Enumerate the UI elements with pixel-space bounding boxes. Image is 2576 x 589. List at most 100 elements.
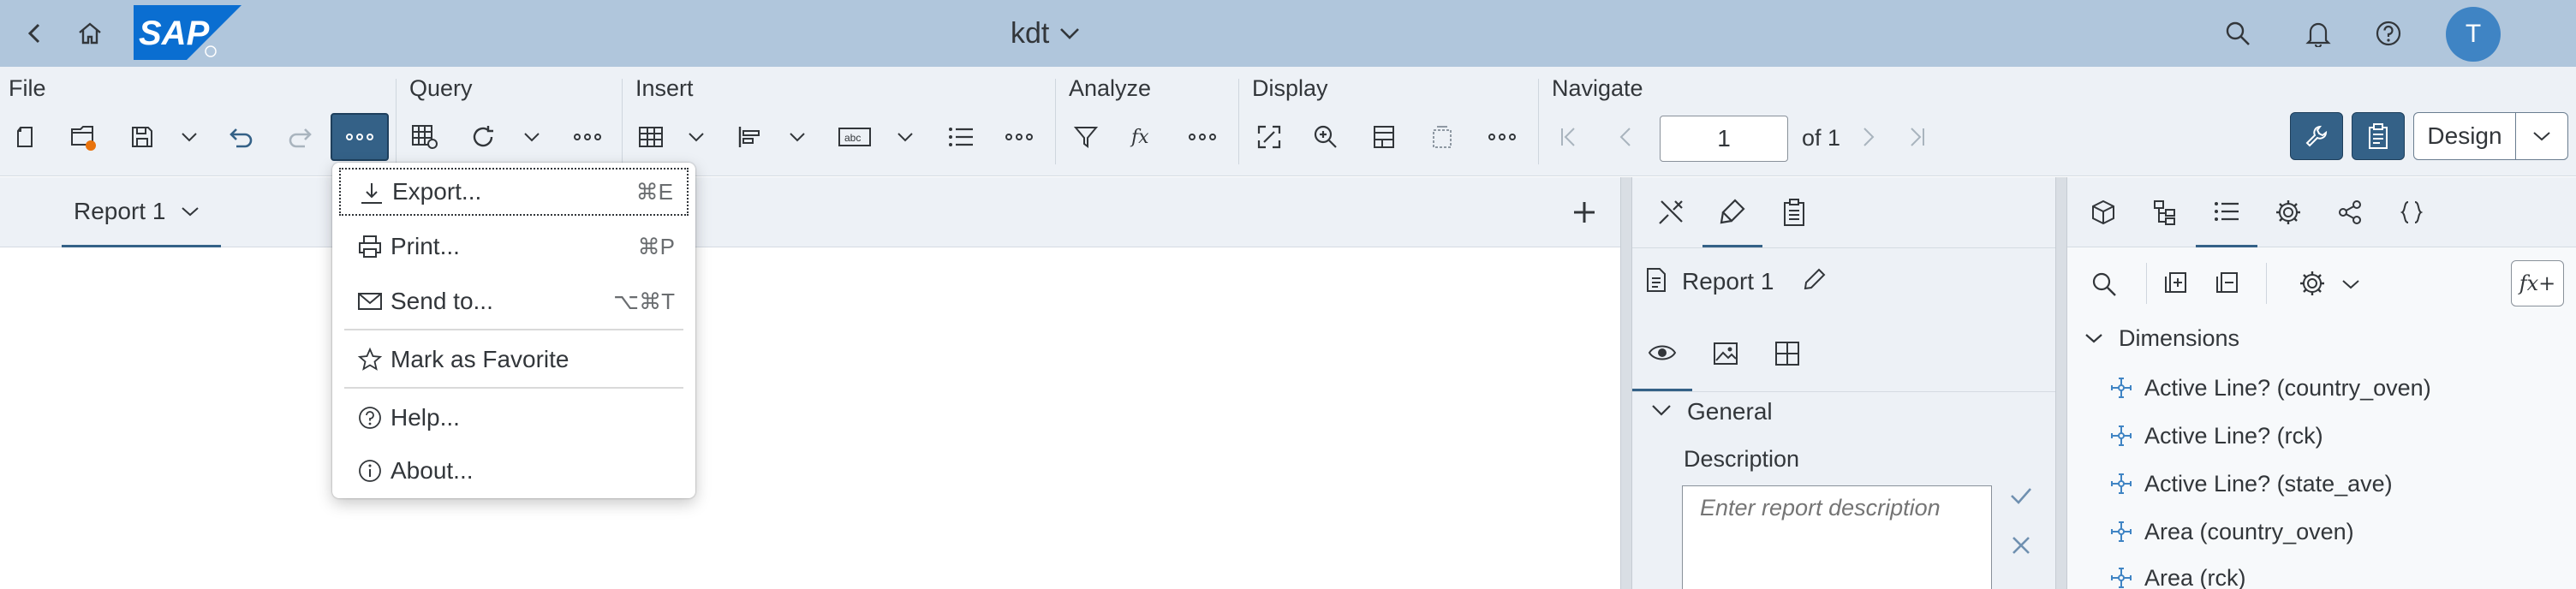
- group-label-file: File: [9, 75, 46, 101]
- list-item[interactable]: Active Line? (state_ave): [2110, 467, 2393, 501]
- edit-pencil-icon[interactable]: [1802, 266, 1828, 292]
- panel-splitter[interactable]: [2055, 177, 2067, 589]
- overflow-icon[interactable]: [993, 113, 1045, 161]
- collapse-all-icon[interactable]: [2215, 270, 2240, 295]
- objects-cube-icon[interactable]: [2072, 177, 2134, 247]
- chevron-down-icon[interactable]: [175, 113, 204, 161]
- text-cell-icon[interactable]: abc: [829, 113, 880, 161]
- divider: [1632, 247, 2055, 248]
- list-item[interactable]: Area (country_oven): [2110, 515, 2354, 549]
- menu-item-about[interactable]: About...: [339, 447, 689, 495]
- chevron-down-icon[interactable]: [891, 113, 920, 161]
- confirm-check-icon[interactable]: [2009, 485, 2033, 506]
- page-layout-icon[interactable]: [1358, 113, 1410, 161]
- first-page-icon[interactable]: [1543, 113, 1595, 161]
- sap-logo[interactable]: SAP: [134, 5, 242, 60]
- svg-text:abc: abc: [844, 132, 861, 144]
- shell-bar: SAP kdt T: [0, 0, 2576, 67]
- report-tab[interactable]: Report 1: [62, 177, 221, 247]
- list-icon[interactable]: [935, 113, 987, 161]
- toolbar-separator: [396, 79, 397, 164]
- menu-item-mark-favorite[interactable]: Mark as Favorite: [339, 336, 689, 384]
- help-circle-icon[interactable]: [2367, 12, 2410, 55]
- settings-gear-icon[interactable]: [2299, 270, 2326, 297]
- add-report-button[interactable]: [1560, 191, 1608, 234]
- toolbar-separator: [1538, 79, 1539, 164]
- new-document-icon[interactable]: [0, 113, 51, 161]
- more-options-button[interactable]: [331, 113, 389, 161]
- chevron-down-icon[interactable]: [1651, 403, 1672, 417]
- variables-braces-icon[interactable]: [2381, 177, 2442, 247]
- cancel-x-icon[interactable]: [2011, 535, 2031, 556]
- list-item[interactable]: Active Line? (country_oven): [2110, 371, 2431, 405]
- layout-tab-icon[interactable]: [1757, 316, 1817, 391]
- fit-page-icon[interactable]: [1243, 113, 1295, 161]
- clipboard-icon[interactable]: [2352, 112, 2405, 160]
- list-view-icon[interactable]: [2196, 177, 2257, 247]
- redo-icon[interactable]: [274, 113, 325, 161]
- list-item[interactable]: Active Line? (rck): [2110, 419, 2323, 453]
- group-label-analyze: Analyze: [1069, 75, 1152, 101]
- next-page-icon[interactable]: [1843, 113, 1894, 161]
- chevron-down-icon[interactable]: [181, 205, 200, 217]
- clipboard-tab-icon[interactable]: [1764, 177, 1824, 247]
- description-textarea[interactable]: [1682, 485, 1992, 589]
- refresh-icon[interactable]: [457, 113, 509, 161]
- table-icon[interactable]: [625, 113, 677, 161]
- data-panel: fx+ Dimensions Active Line? (country_ove…: [2067, 177, 2576, 589]
- design-mode-dropdown[interactable]: [2515, 112, 2568, 160]
- filter-icon[interactable]: [1060, 113, 1112, 161]
- chevron-down-icon[interactable]: [783, 113, 812, 161]
- bell-icon[interactable]: [2297, 12, 2340, 55]
- overflow-icon[interactable]: [1476, 113, 1528, 161]
- chart-icon[interactable]: [724, 113, 776, 161]
- envelope-icon: [356, 288, 384, 315]
- open-document-icon[interactable]: [58, 113, 110, 161]
- save-icon[interactable]: [116, 113, 168, 161]
- wrench-icon[interactable]: [2290, 112, 2343, 160]
- create-variable-button[interactable]: fx+: [2511, 260, 2564, 306]
- zoom-in-icon[interactable]: [1300, 113, 1351, 161]
- home-icon[interactable]: [69, 12, 111, 55]
- chevron-down-icon[interactable]: [517, 113, 546, 161]
- panel-splitter[interactable]: [1620, 177, 1632, 589]
- user-avatar[interactable]: T: [2446, 7, 2501, 62]
- chevron-down-icon[interactable]: [682, 113, 711, 161]
- list-item[interactable]: Area (rck): [2110, 561, 2246, 589]
- undo-icon[interactable]: [216, 113, 267, 161]
- menu-item-help[interactable]: Help...: [339, 394, 689, 442]
- overflow-icon[interactable]: [562, 113, 613, 161]
- expand-all-icon[interactable]: [2163, 270, 2189, 295]
- overflow-icon[interactable]: [1177, 113, 1228, 161]
- share-icon[interactable]: [2319, 177, 2381, 247]
- format-tab-icon[interactable]: [1702, 177, 1762, 247]
- properties-panel: Report 1 General Description: [1632, 177, 2055, 589]
- query-grid-icon[interactable]: [399, 113, 450, 161]
- group-label-query: Query: [409, 75, 473, 101]
- menu-item-export[interactable]: Export... ⌘E: [339, 168, 689, 216]
- settings-gear-icon[interactable]: [2257, 177, 2319, 247]
- view-tab-icon[interactable]: [1632, 316, 1692, 391]
- menu-item-print[interactable]: Print... ⌘P: [339, 223, 689, 271]
- image-tab-icon[interactable]: [1696, 316, 1756, 391]
- chevron-down-icon[interactable]: [2341, 278, 2360, 290]
- tools-tab-icon[interactable]: [1641, 177, 1701, 247]
- back-icon[interactable]: [14, 12, 57, 55]
- previous-page-icon[interactable]: [1600, 113, 1651, 161]
- page-number-input[interactable]: [1660, 116, 1788, 162]
- svg-text:SAP: SAP: [139, 15, 210, 52]
- avatar-initial: T: [2465, 20, 2482, 48]
- report-canvas[interactable]: [0, 248, 1620, 589]
- menu-item-send-to[interactable]: Send to... ⌥⌘T: [339, 277, 689, 325]
- app-title[interactable]: kdt: [1011, 14, 1080, 53]
- search-icon[interactable]: [2216, 12, 2259, 55]
- menu-item-label: Print...: [391, 233, 460, 259]
- design-mode-button[interactable]: Design: [2413, 112, 2516, 160]
- menu-separator: [344, 329, 683, 330]
- formula-icon[interactable]: fx: [1118, 113, 1170, 161]
- dimensions-header[interactable]: Dimensions: [2084, 321, 2239, 355]
- outline-icon[interactable]: [1416, 113, 1468, 161]
- last-page-icon[interactable]: [1891, 113, 1942, 161]
- search-icon[interactable]: [2091, 271, 2117, 297]
- hierarchy-icon[interactable]: [2134, 177, 2196, 247]
